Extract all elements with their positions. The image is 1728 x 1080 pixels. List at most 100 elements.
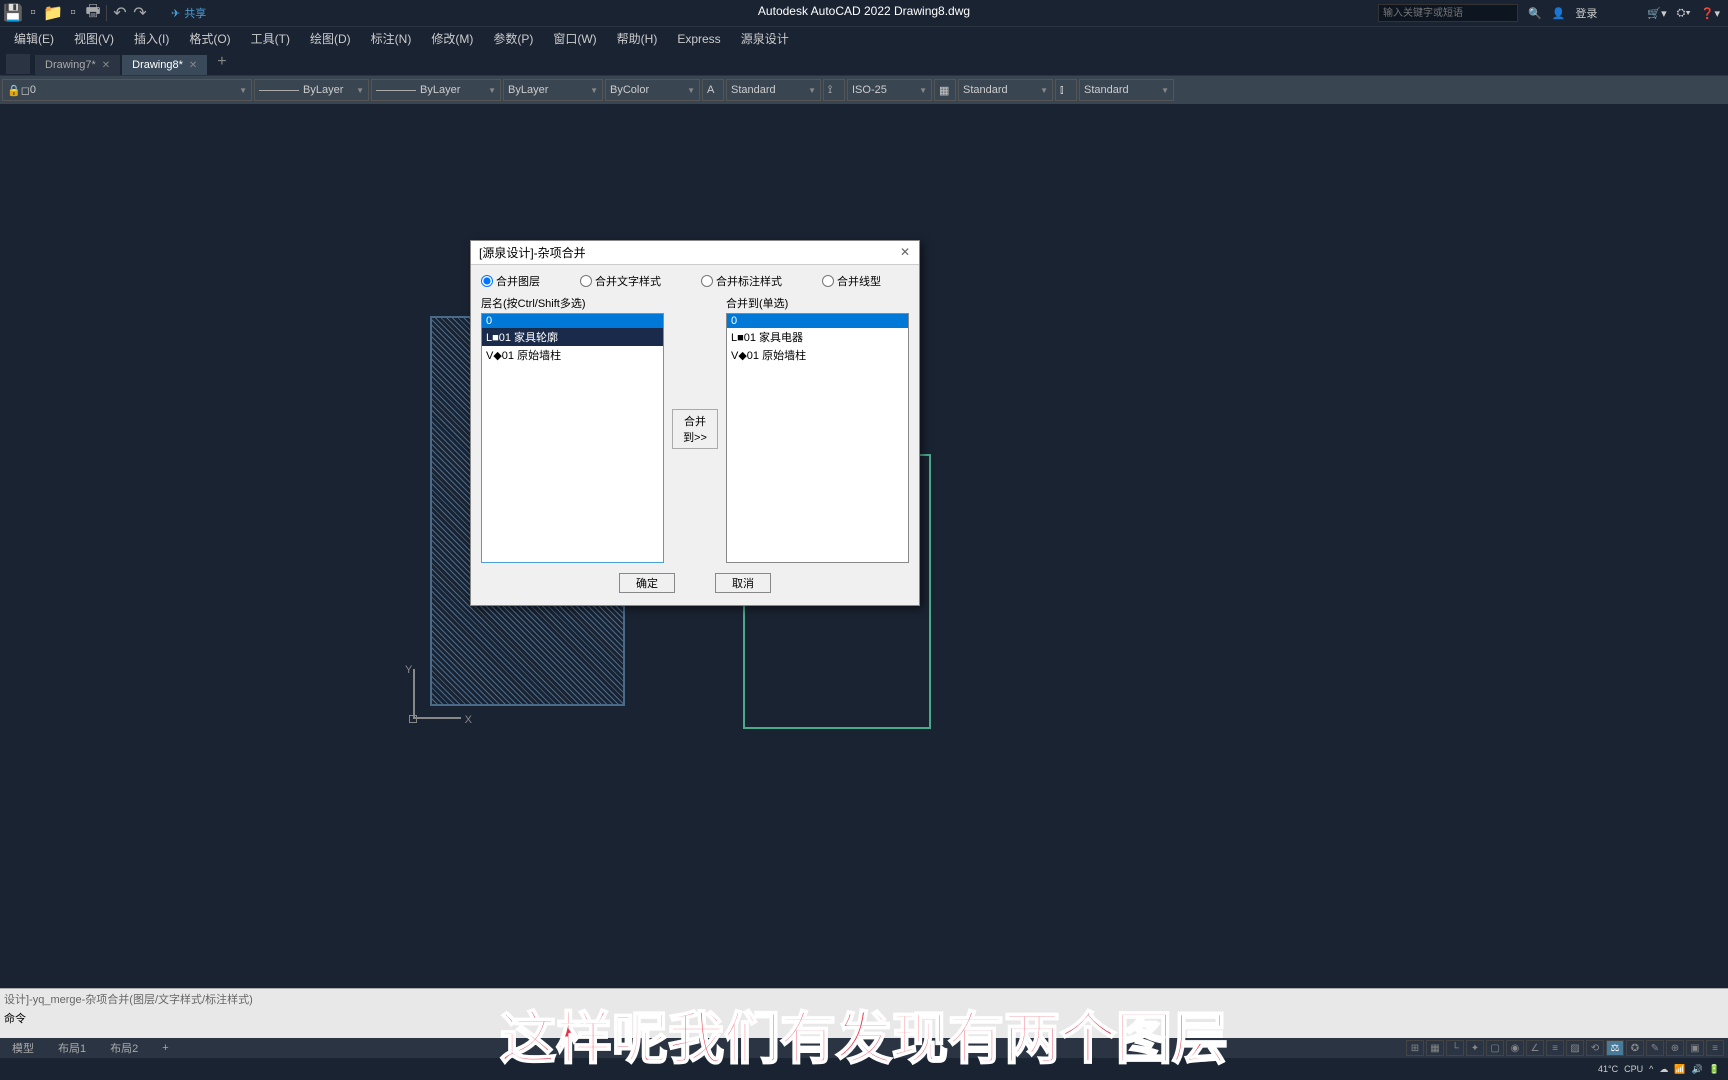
layer-lock-icon: 🔒 bbox=[7, 84, 21, 97]
apps-icon[interactable]: ⛭▾ bbox=[1677, 7, 1691, 20]
tray-sound-icon[interactable]: 🔊 bbox=[1692, 1064, 1703, 1075]
status-polar-icon[interactable]: ✦ bbox=[1466, 1040, 1484, 1056]
status-osnap-icon[interactable]: ▢ bbox=[1486, 1040, 1504, 1056]
redo-icon[interactable]: ↷ bbox=[131, 4, 149, 22]
radio-merge-textstyle[interactable]: 合并文字样式 bbox=[580, 273, 661, 289]
tablestyle-icon-button[interactable]: ▦ bbox=[934, 79, 956, 101]
chevron-down-icon: ▼ bbox=[1040, 86, 1048, 95]
status-cycling-icon[interactable]: ⟲ bbox=[1586, 1040, 1604, 1056]
menu-parametric[interactable]: 参数(P) bbox=[483, 27, 543, 50]
menu-draw[interactable]: 绘图(D) bbox=[300, 27, 361, 50]
help-icon[interactable]: ❓▾ bbox=[1701, 7, 1720, 20]
textstyle-dropdown[interactable]: Standard ▼ bbox=[726, 79, 821, 101]
status-notes-icon[interactable]: ✎ bbox=[1646, 1040, 1664, 1056]
cancel-button[interactable]: 取消 bbox=[715, 573, 771, 593]
cpu-indicator[interactable]: CPU bbox=[1624, 1064, 1643, 1074]
status-workspace-icon[interactable]: ✪ bbox=[1626, 1040, 1644, 1056]
lineweight-dropdown[interactable]: ByLayer ▼ bbox=[371, 79, 501, 101]
menu-dimension[interactable]: 标注(N) bbox=[361, 27, 422, 50]
status-ortho-icon[interactable]: └ bbox=[1446, 1040, 1464, 1056]
print-icon[interactable]: 🖶 bbox=[84, 4, 102, 22]
menu-format[interactable]: 格式(O) bbox=[179, 27, 240, 50]
layout1-tab[interactable]: 布局1 bbox=[46, 1038, 98, 1058]
layout2-tab[interactable]: 布局2 bbox=[98, 1038, 150, 1058]
dimstyle-icon-button[interactable]: ⟟ bbox=[823, 79, 845, 101]
menu-window[interactable]: 窗口(W) bbox=[543, 27, 606, 50]
new-icon[interactable]: ▫ bbox=[24, 4, 42, 22]
property-toolbar: 🔒 ◻ 0 ▼ ByLayer ▼ ByLayer ▼ ByLayer ▼ By… bbox=[0, 76, 1728, 104]
search-input[interactable] bbox=[1378, 4, 1518, 22]
status-model-icon[interactable]: ⊞ bbox=[1406, 1040, 1424, 1056]
tablestyle-dropdown[interactable]: Standard ▼ bbox=[958, 79, 1053, 101]
radio-merge-dimstyle[interactable]: 合并标注样式 bbox=[701, 273, 782, 289]
color-dropdown[interactable]: ByColor ▼ bbox=[605, 79, 700, 101]
add-layout-button[interactable]: + bbox=[150, 1040, 180, 1056]
status-qp-icon[interactable]: ▣ bbox=[1686, 1040, 1704, 1056]
menu-yq[interactable]: 源泉设计 bbox=[731, 27, 799, 50]
doc-tab-2[interactable]: Drawing8* ✕ bbox=[122, 55, 207, 75]
source-layer-list[interactable]: 0 L■01 家具轮廓 V◆01 原始墙柱 bbox=[481, 313, 664, 563]
linetype-dropdown[interactable]: ByLayer ▼ bbox=[254, 79, 369, 101]
menu-express[interactable]: Express bbox=[667, 29, 730, 49]
saveall-icon[interactable]: ▫ bbox=[64, 4, 82, 22]
login-link[interactable]: 登录 bbox=[1575, 5, 1597, 21]
menu-modify[interactable]: 修改(M) bbox=[421, 27, 483, 50]
list-item[interactable]: L■01 家具电器 bbox=[727, 328, 908, 346]
chevron-down-icon: ▼ bbox=[808, 86, 816, 95]
share-icon: ✈ bbox=[171, 7, 180, 20]
model-tab[interactable]: 模型 bbox=[0, 1038, 46, 1058]
ok-button[interactable]: 确定 bbox=[619, 573, 675, 593]
video-subtitle: 这样呢我们有发现有两个图层 bbox=[500, 994, 1228, 1075]
radio-merge-linetype[interactable]: 合并线型 bbox=[822, 273, 881, 289]
search-icon[interactable]: 🔍 bbox=[1528, 7, 1542, 20]
start-tab[interactable] bbox=[6, 54, 30, 74]
status-lwt-icon[interactable]: ≡ bbox=[1546, 1040, 1564, 1056]
temp-indicator[interactable]: 41°C bbox=[1598, 1064, 1618, 1074]
menu-tools[interactable]: 工具(T) bbox=[241, 27, 300, 50]
menu-edit[interactable]: 编辑(E) bbox=[4, 27, 64, 50]
list-item[interactable]: V◆01 原始墙柱 bbox=[482, 346, 663, 364]
list-item[interactable]: L■01 家具轮廓 bbox=[482, 328, 663, 346]
dialog-title[interactable]: [源泉设计]-杂项合并 ✕ bbox=[471, 241, 919, 265]
layer-dropdown[interactable]: 🔒 ◻ 0 ▼ bbox=[2, 79, 252, 101]
textstyle-icon-button[interactable]: A bbox=[702, 79, 724, 101]
user-icon[interactable]: 👤 bbox=[1552, 7, 1566, 20]
menu-insert[interactable]: 插入(I) bbox=[124, 27, 179, 50]
status-grid-icon[interactable]: ▦ bbox=[1426, 1040, 1444, 1056]
target-layer-list[interactable]: 0 L■01 家具电器 V◆01 原始墙柱 bbox=[726, 313, 909, 563]
tray-up-icon[interactable]: ^ bbox=[1649, 1064, 1653, 1074]
chevron-down-icon: ▼ bbox=[488, 86, 496, 95]
close-icon[interactable]: ✕ bbox=[102, 60, 110, 71]
separator bbox=[106, 5, 107, 21]
tray-wifi-icon[interactable]: 📶 bbox=[1674, 1064, 1685, 1075]
status-3dosnap-icon[interactable]: ◉ bbox=[1506, 1040, 1524, 1056]
status-anno-icon[interactable]: ⚖ bbox=[1606, 1040, 1624, 1056]
mlstyle-icon-button[interactable]: ⫾ bbox=[1055, 79, 1077, 101]
list-item[interactable]: V◆01 原始墙柱 bbox=[727, 346, 908, 364]
open-icon[interactable]: 📁 bbox=[44, 4, 62, 22]
menu-help[interactable]: 帮助(H) bbox=[607, 27, 668, 50]
cart-icon[interactable]: 🛒▾ bbox=[1647, 7, 1666, 20]
add-tab-button[interactable]: + bbox=[209, 49, 234, 75]
list-item[interactable]: 0 bbox=[727, 314, 908, 328]
list-item[interactable]: 0 bbox=[482, 314, 663, 328]
tray-battery-icon[interactable]: 🔋 bbox=[1709, 1064, 1720, 1075]
status-transparency-icon[interactable]: ▨ bbox=[1566, 1040, 1584, 1056]
menu-view[interactable]: 视图(V) bbox=[64, 27, 124, 50]
status-custom-icon[interactable]: ≡ bbox=[1706, 1040, 1724, 1056]
tray-cloud-icon[interactable]: ☁ bbox=[1659, 1064, 1668, 1075]
doc-tab-1[interactable]: Drawing7* ✕ bbox=[35, 55, 120, 75]
merge-to-button[interactable]: 合并到>> bbox=[672, 409, 718, 449]
close-button[interactable]: ✕ bbox=[897, 245, 913, 261]
close-icon[interactable]: ✕ bbox=[189, 60, 197, 71]
status-otrack-icon[interactable]: ∠ bbox=[1526, 1040, 1544, 1056]
status-units-icon[interactable]: ⊕ bbox=[1666, 1040, 1684, 1056]
dimstyle-dropdown[interactable]: ISO-25 ▼ bbox=[847, 79, 932, 101]
save-icon[interactable]: 💾 bbox=[4, 4, 22, 22]
mlstyle-dropdown[interactable]: Standard ▼ bbox=[1079, 79, 1174, 101]
linestyle-dropdown[interactable]: ByLayer ▼ bbox=[503, 79, 603, 101]
window-title: Autodesk AutoCAD 2022 Drawing8.dwg bbox=[758, 4, 970, 18]
radio-merge-layer[interactable]: 合并图层 bbox=[481, 273, 540, 289]
share-button[interactable]: ✈ 共享 bbox=[171, 5, 206, 21]
undo-icon[interactable]: ↶ bbox=[111, 4, 129, 22]
